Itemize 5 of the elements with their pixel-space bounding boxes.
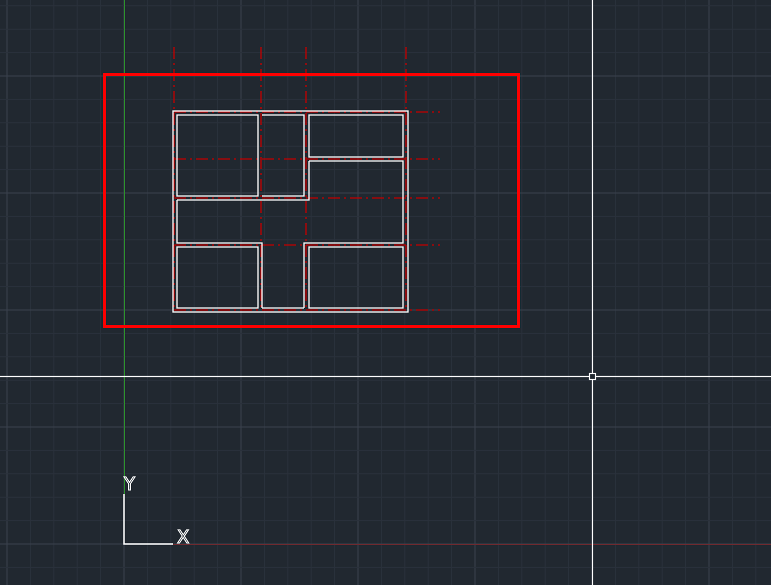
selection-rectangle[interactable] <box>103 73 520 328</box>
x-axis-label: X <box>177 527 190 548</box>
y-axis-label: Y <box>124 474 135 495</box>
ucs-axes-icon <box>123 494 173 545</box>
crosshair-cursor[interactable] <box>0 0 771 585</box>
